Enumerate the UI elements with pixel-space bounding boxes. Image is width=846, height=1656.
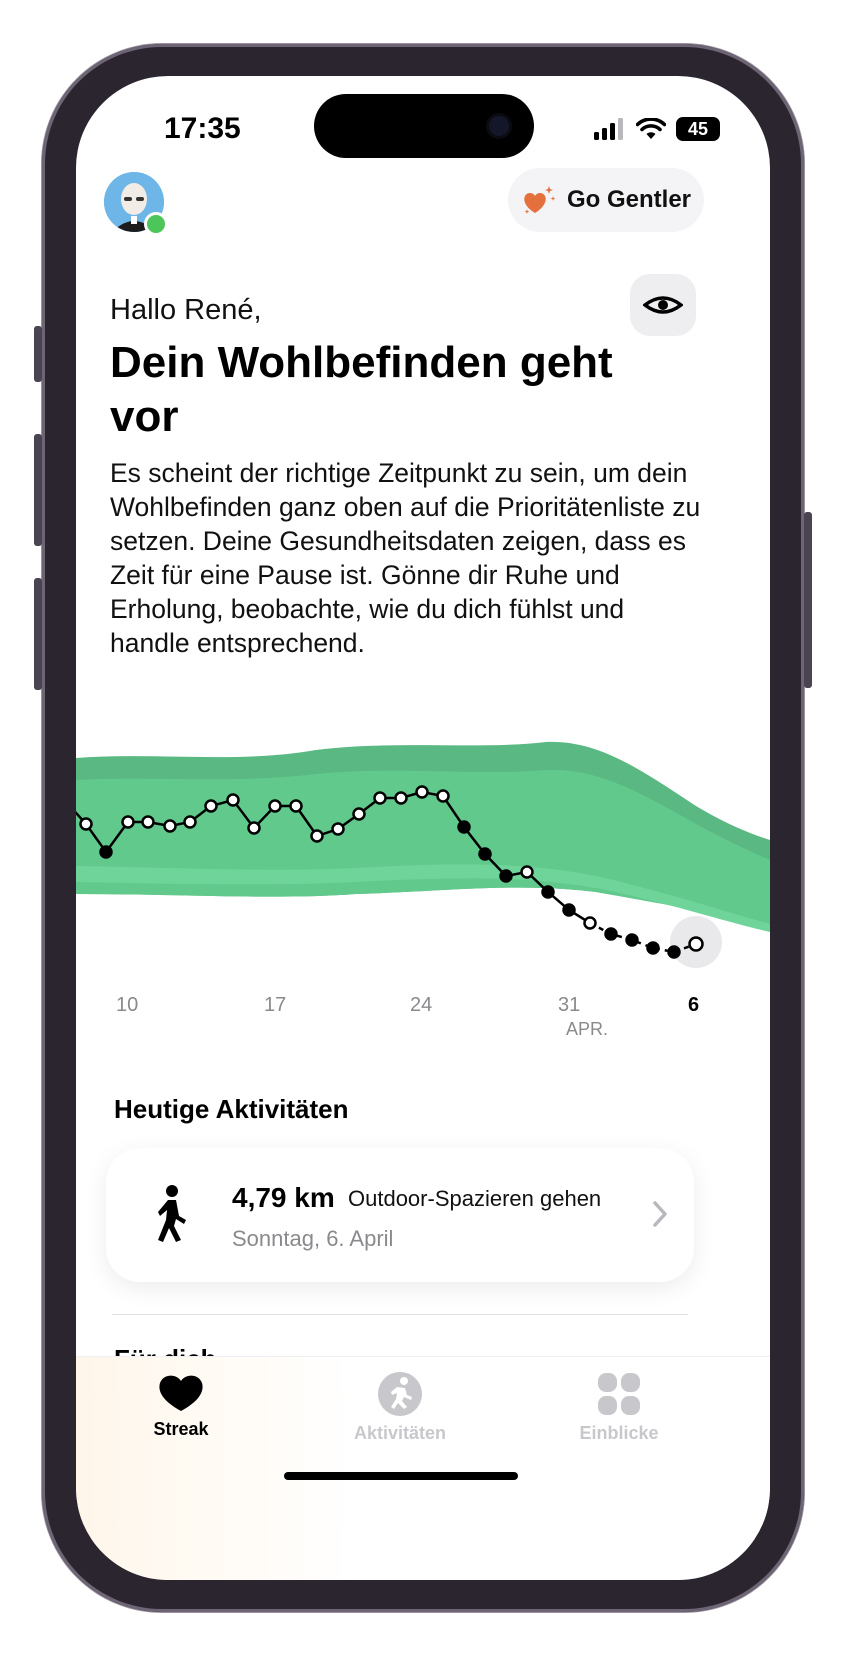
chevron-right-icon: [652, 1200, 668, 1233]
trend-point-today[interactable]: [688, 936, 704, 952]
x-tick-label-10: 10: [116, 994, 139, 1016]
privacy-toggle-button[interactable]: [630, 274, 696, 336]
x-tick-label-today: 6: [688, 994, 700, 1016]
activity-card[interactable]: 4,79 km Outdoor-Spazieren gehen Sonntag,…: [106, 1148, 694, 1282]
go-gentler-label: Go Gentler: [566, 186, 692, 213]
greeting: Hallo René,: [110, 294, 262, 326]
status-time: 17:35: [164, 112, 241, 145]
grid-icon: [598, 1373, 640, 1415]
status-icons: 45: [594, 114, 720, 144]
online-status-dot: [144, 212, 168, 236]
wifi-icon: [636, 118, 666, 139]
dynamic-island: [314, 94, 534, 158]
trend-point: [394, 791, 408, 805]
go-gentler-button[interactable]: Go Gentler: [508, 168, 704, 232]
trend-point: [583, 916, 597, 930]
tab-aktivitaeten[interactable]: Aktivitäten: [325, 1371, 475, 1444]
trend-point: [331, 822, 345, 836]
trend-point: [436, 789, 450, 803]
x-tick-month-label: APR.: [566, 1019, 609, 1039]
page-title: Dein Wohlbefinden geht vor: [110, 338, 613, 441]
runner-icon: [378, 1372, 422, 1416]
activity-date: Sonntag, 6. April: [232, 1226, 394, 1251]
power-button: [804, 512, 812, 688]
trend-point: [289, 799, 303, 813]
x-tick-label-31: 31: [558, 994, 581, 1016]
volume-up-button: [34, 434, 42, 546]
camera-icon: [489, 116, 509, 136]
trend-point: [204, 799, 218, 813]
tab-einblicke[interactable]: Einblicke: [544, 1371, 694, 1444]
x-tick-label-17: 17: [264, 994, 287, 1016]
tab-bar: Streak Aktivitäten Einblicke: [76, 1356, 770, 1580]
trend-point: [478, 847, 492, 861]
home-indicator: [284, 1472, 518, 1480]
trend-point: [163, 819, 177, 833]
section-divider: [112, 1314, 688, 1315]
trend-point: [183, 815, 197, 829]
heart-sparkle-icon: [524, 186, 556, 214]
walking-icon: [148, 1184, 192, 1249]
trend-point: [310, 829, 324, 843]
trend-point: [646, 941, 660, 955]
trend-point: [604, 927, 618, 941]
activity-type: Outdoor-Spazieren gehen: [348, 1186, 602, 1211]
app-screen: 17:35 45 Go Gentler Hallo René, Dein Woh…: [76, 76, 770, 1580]
trend-point: [625, 933, 639, 947]
trend-point: [121, 815, 135, 829]
x-tick-label-24: 24: [410, 994, 433, 1016]
trend-point: [520, 865, 534, 879]
tab-streak[interactable]: Streak: [106, 1371, 256, 1440]
activity-distance: 4,79 km: [232, 1182, 335, 1213]
signal-icon: [594, 118, 623, 140]
trend-point: [79, 817, 93, 831]
action-button: [34, 326, 42, 382]
battery-indicator: 45: [676, 117, 720, 141]
trend-point: [99, 845, 113, 859]
eye-icon: [643, 296, 683, 314]
trend-point: [541, 885, 555, 899]
trend-point: [247, 821, 261, 835]
streak-heart-icon: [159, 1375, 203, 1411]
activities-section-title: Heutige Aktivitäten: [114, 1094, 349, 1124]
trend-point: [667, 945, 681, 959]
trend-point: [268, 799, 282, 813]
tab-streak-label: Streak: [153, 1419, 209, 1439]
trend-point: [499, 869, 513, 883]
tab-einblicke-label: Einblicke: [579, 1423, 659, 1443]
trend-point: [373, 791, 387, 805]
trend-point: [226, 793, 240, 807]
wellbeing-message: Es scheint der richtige Zeitpunkt zu sei…: [110, 458, 701, 658]
tab-aktivitaeten-label: Aktivitäten: [353, 1423, 447, 1443]
trend-point: [141, 815, 155, 829]
trend-point: [457, 820, 471, 834]
trend-point: [352, 807, 366, 821]
volume-down-button: [34, 578, 42, 690]
trend-point: [562, 903, 576, 917]
trend-point: [415, 785, 429, 799]
